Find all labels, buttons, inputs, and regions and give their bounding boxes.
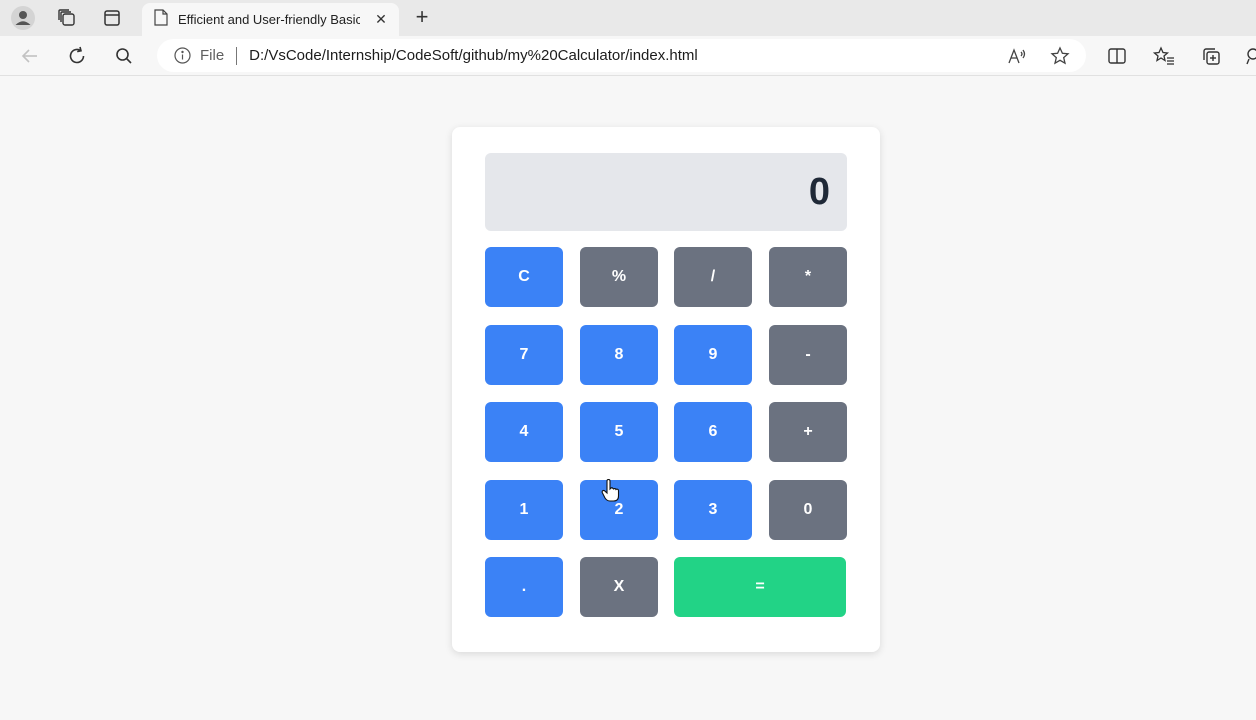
read-aloud-icon[interactable] bbox=[1004, 43, 1030, 69]
percent-button[interactable]: % bbox=[580, 247, 658, 307]
digit-4-button[interactable]: 4 bbox=[485, 402, 563, 462]
extensions-icon[interactable] bbox=[1238, 41, 1256, 71]
url-separator bbox=[236, 46, 238, 65]
calculator: 0 C % / * 7 8 9 - 4 5 6 + 1 2 3 0 . X = bbox=[452, 127, 880, 652]
digit-8-button[interactable]: 8 bbox=[580, 325, 658, 385]
url-scheme-label: File bbox=[200, 47, 225, 64]
browser-toolbar: File D:/VsCode/Internship/CodeSoft/githu… bbox=[0, 36, 1256, 76]
url-text[interactable]: D:/VsCode/Internship/CodeSoft/github/my%… bbox=[249, 47, 698, 64]
close-tab-icon[interactable]: ✕ bbox=[371, 9, 391, 29]
profile-icon[interactable] bbox=[9, 4, 37, 32]
digit-9-button[interactable]: 9 bbox=[674, 325, 752, 385]
refresh-icon[interactable] bbox=[62, 41, 92, 71]
digit-6-button[interactable]: 6 bbox=[674, 402, 752, 462]
clear-button[interactable]: C bbox=[485, 247, 563, 307]
hand-cursor-icon bbox=[601, 479, 621, 503]
tab-title: Efficient and User-friendly Basic Calcul… bbox=[178, 12, 360, 27]
digit-5-button[interactable]: 5 bbox=[580, 402, 658, 462]
decimal-button[interactable]: . bbox=[485, 557, 563, 617]
page-icon bbox=[154, 8, 168, 31]
digit-0-button[interactable]: 0 bbox=[769, 480, 847, 540]
tab-actions-icon[interactable] bbox=[98, 4, 126, 32]
search-icon[interactable] bbox=[109, 41, 139, 71]
equals-button[interactable]: = bbox=[674, 557, 846, 617]
browser-tab-bar: Efficient and User-friendly Basic Calcul… bbox=[0, 0, 1256, 36]
address-bar[interactable]: File D:/VsCode/Internship/CodeSoft/githu… bbox=[157, 39, 1086, 72]
info-icon[interactable] bbox=[173, 47, 191, 65]
active-tab[interactable]: Efficient and User-friendly Basic Calcul… bbox=[142, 3, 399, 36]
favorite-star-icon[interactable] bbox=[1047, 43, 1073, 69]
workspaces-icon[interactable] bbox=[53, 4, 81, 32]
split-screen-icon[interactable] bbox=[1102, 41, 1132, 71]
collections-icon[interactable] bbox=[1196, 41, 1226, 71]
add-button[interactable]: + bbox=[769, 402, 847, 462]
calculator-display: 0 bbox=[485, 153, 847, 231]
divide-button[interactable]: / bbox=[674, 247, 752, 307]
multiply-button[interactable]: * bbox=[769, 247, 847, 307]
subtract-button[interactable]: - bbox=[769, 325, 847, 385]
digit-1-button[interactable]: 1 bbox=[485, 480, 563, 540]
favorites-icon[interactable] bbox=[1149, 41, 1179, 71]
back-icon[interactable] bbox=[15, 41, 45, 71]
backspace-button[interactable]: X bbox=[580, 557, 658, 617]
digit-3-button[interactable]: 3 bbox=[674, 480, 752, 540]
new-tab-icon[interactable]: + bbox=[410, 4, 434, 30]
digit-7-button[interactable]: 7 bbox=[485, 325, 563, 385]
